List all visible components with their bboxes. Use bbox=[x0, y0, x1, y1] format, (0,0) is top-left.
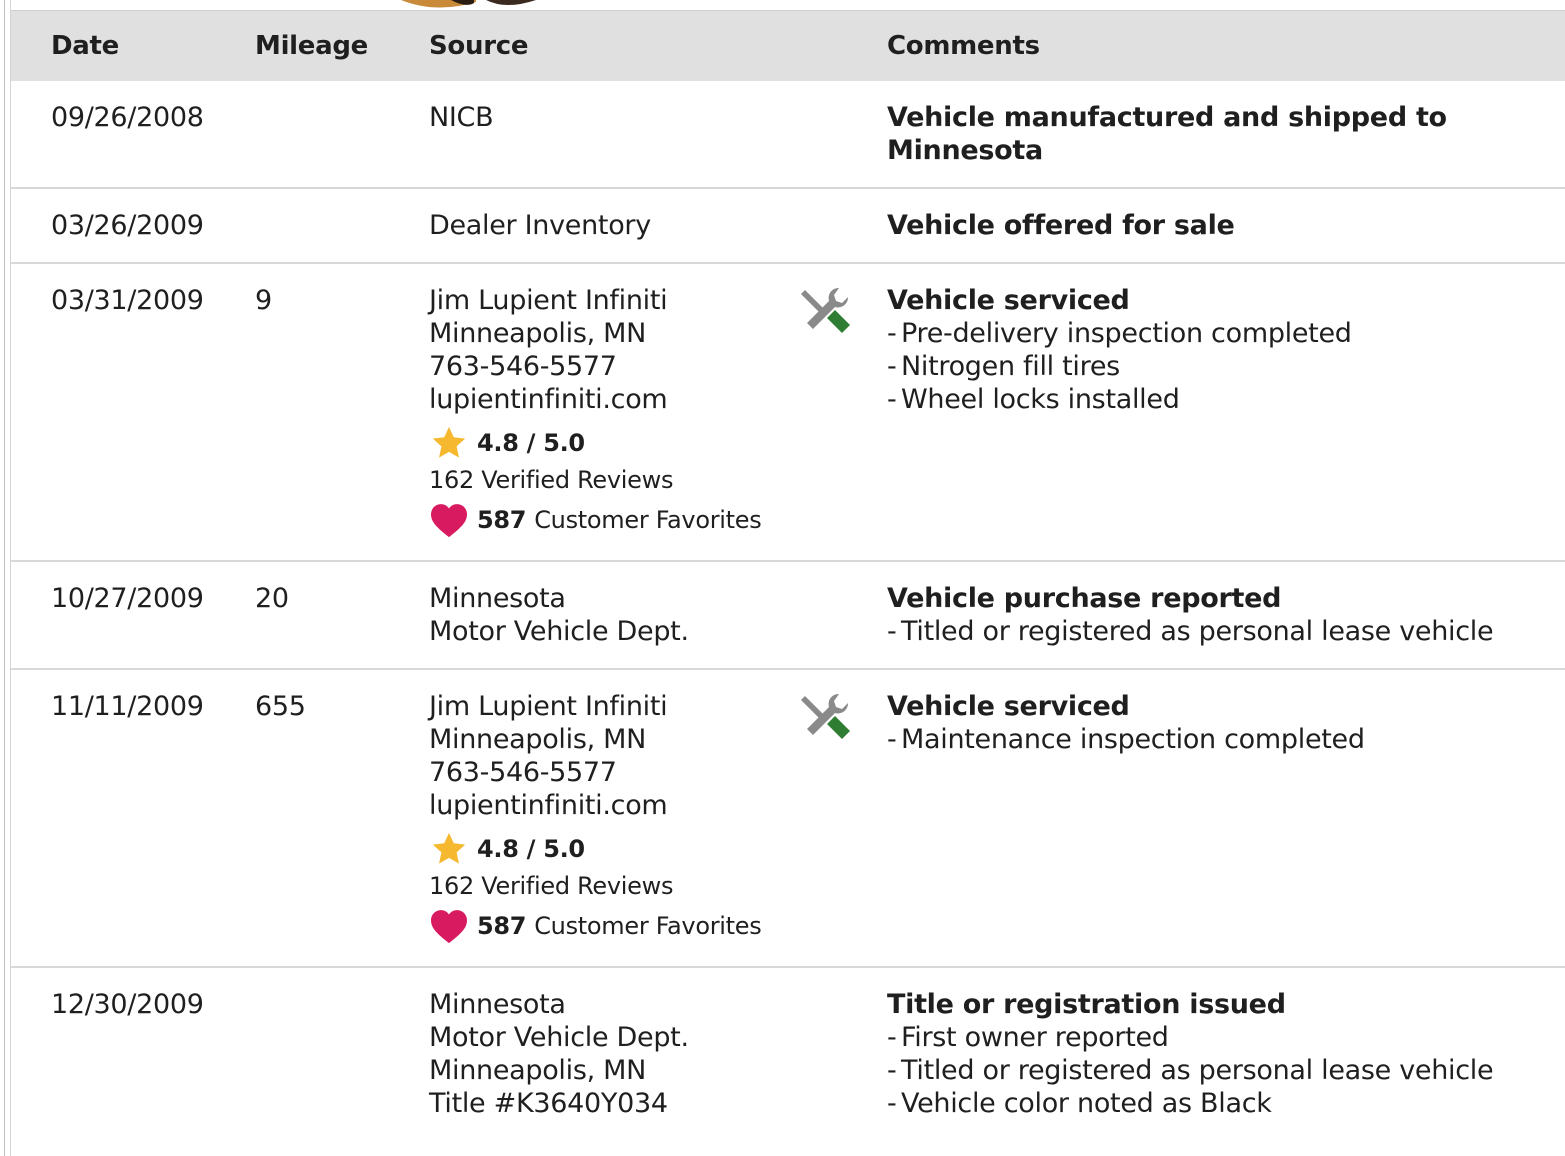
row-date: 12/30/2009 bbox=[51, 989, 204, 1020]
source-line: Title #K3640Y034 bbox=[429, 1088, 668, 1119]
comment-detail-item: Nitrogen fill tires bbox=[887, 350, 1545, 383]
top-strip bbox=[11, 0, 1565, 11]
customer-favorites[interactable]: 587 Customer Favorites bbox=[429, 500, 798, 540]
favorites-label: Customer Favorites bbox=[534, 911, 762, 940]
row-icon-cell bbox=[799, 561, 887, 670]
source-line: Jim Lupient Infiniti bbox=[429, 691, 668, 722]
heart-icon bbox=[431, 504, 467, 538]
comment-title: Vehicle offered for sale bbox=[887, 210, 1235, 241]
comment-detail-item: Wheel locks installed bbox=[887, 383, 1545, 416]
comment-title: Vehicle manufactured and shipped to Minn… bbox=[887, 102, 1447, 166]
row-mileage: 655 bbox=[233, 669, 389, 968]
header-mileage: Mileage bbox=[233, 11, 389, 81]
table-row: 03/26/2009 Dealer Inventory Vehicle offe… bbox=[11, 188, 1565, 264]
source-line: Minnesota bbox=[429, 989, 566, 1020]
row-mileage bbox=[233, 188, 389, 264]
rating-score: 4.8 / 5.0 bbox=[477, 428, 585, 457]
heart-icon bbox=[431, 910, 467, 944]
table-row: 03/31/2009 9 Jim Lupient Infiniti Minneap… bbox=[11, 263, 1565, 562]
source-line: Minneapolis, MN bbox=[429, 724, 647, 755]
logo-fragment-image bbox=[401, 0, 536, 8]
source-line: 763-546-5577 bbox=[429, 351, 617, 382]
comment-details: Titled or registered as personal lease v… bbox=[887, 615, 1545, 648]
star-icon bbox=[432, 426, 466, 458]
table-header-row: Date Mileage Source Comments bbox=[11, 11, 1565, 81]
row-comments: Vehicle purchase reportedTitled or regis… bbox=[887, 561, 1565, 670]
comment-title: Vehicle purchase reported bbox=[887, 583, 1282, 614]
row-comments: Title or registration issuedFirst owner … bbox=[887, 967, 1565, 1140]
row-icon-cell bbox=[799, 81, 887, 189]
service-wrench-icon bbox=[801, 287, 850, 333]
row-source: Jim Lupient Infiniti Minneapolis, MN 763-5… bbox=[389, 263, 799, 562]
comment-detail-item: Vehicle color noted as Black bbox=[887, 1087, 1545, 1120]
comment-details: Pre-delivery inspection completedNitroge… bbox=[887, 317, 1545, 416]
comment-details: Maintenance inspection completed bbox=[887, 723, 1545, 756]
table-row: 09/26/2008 NICB Vehicle manufactured and… bbox=[11, 81, 1565, 189]
row-date: 09/26/2008 bbox=[11, 81, 233, 189]
source-line: Minnesota bbox=[429, 583, 566, 614]
header-source: Source bbox=[389, 11, 799, 81]
row-icon-cell bbox=[799, 967, 887, 1140]
source-line: Motor Vehicle Dept. bbox=[429, 1022, 689, 1053]
row-date: 11/11/2009 bbox=[11, 669, 233, 968]
source-line: Minneapolis, MN bbox=[429, 1055, 647, 1086]
row-date: 03/26/2009 bbox=[11, 188, 233, 264]
comment-detail-item: Maintenance inspection completed bbox=[887, 723, 1545, 756]
page-left-border bbox=[0, 0, 11, 1156]
row-source: Minnesota Motor Vehicle Dept. Minneapolis,… bbox=[389, 967, 799, 1140]
header-date: Date bbox=[11, 11, 233, 81]
customer-favorites[interactable]: 587 Customer Favorites bbox=[429, 906, 798, 946]
comment-details: First owner reportedTitled or registered… bbox=[887, 1021, 1545, 1120]
row-mileage: 20 bbox=[233, 561, 389, 670]
source-line: lupientinfiniti.com bbox=[429, 790, 668, 821]
row-source: NICB bbox=[389, 81, 799, 189]
comment-title: Title or registration issued bbox=[887, 989, 1286, 1020]
star-icon bbox=[432, 832, 466, 864]
favorites-count: 587 bbox=[477, 505, 527, 534]
comment-detail-item: First owner reported bbox=[887, 1021, 1545, 1054]
row-source: Jim Lupient Infiniti Minneapolis, MN 763-5… bbox=[389, 669, 799, 968]
header-icon-spacer bbox=[799, 11, 887, 81]
vehicle-history-table: Date Mileage Source Comments 09/26/2008 … bbox=[11, 11, 1565, 1140]
table-row: 11/11/2009 655 Jim Lupient Infiniti Minne… bbox=[11, 669, 1565, 968]
row-source: Minnesota Motor Vehicle Dept. bbox=[389, 561, 799, 670]
row-date: 10/27/2009 bbox=[11, 561, 233, 670]
row-source: Dealer Inventory bbox=[389, 188, 799, 264]
source-line: Dealer Inventory bbox=[429, 210, 651, 241]
row-comments: Vehicle manufactured and shipped to Minn… bbox=[887, 81, 1565, 189]
dealer-rating[interactable]: 4.8 / 5.0 bbox=[429, 424, 798, 462]
row-comments: Vehicle offered for sale bbox=[887, 188, 1565, 264]
source-line: 763-546-5577 bbox=[429, 757, 617, 788]
row-icon-cell bbox=[799, 188, 887, 264]
comment-detail-item: Titled or registered as personal lease v… bbox=[887, 615, 1545, 648]
comment-title: Vehicle serviced bbox=[887, 285, 1130, 316]
row-date: 03/31/2009 bbox=[11, 263, 233, 562]
row-mileage bbox=[233, 81, 389, 189]
row-comments: Vehicle servicedPre-delivery inspection … bbox=[887, 263, 1565, 562]
favorites-label: Customer Favorites bbox=[534, 505, 762, 534]
comment-detail-item: Titled or registered as personal lease v… bbox=[887, 1054, 1545, 1087]
source-line: NICB bbox=[429, 102, 494, 133]
source-line: Jim Lupient Infiniti bbox=[429, 285, 668, 316]
table-row: 10/27/2009 20 Minnesota Motor Vehicle Dep… bbox=[11, 561, 1565, 670]
service-wrench-icon bbox=[801, 693, 850, 739]
source-line: lupientinfiniti.com bbox=[429, 384, 668, 415]
row-icon-cell bbox=[799, 669, 887, 968]
source-line: Motor Vehicle Dept. bbox=[429, 616, 689, 647]
row-mileage: 9 bbox=[233, 263, 389, 562]
rating-score: 4.8 / 5.0 bbox=[477, 834, 585, 863]
comment-detail-item: Pre-delivery inspection completed bbox=[887, 317, 1545, 350]
row-icon-cell bbox=[799, 263, 887, 562]
verified-reviews-link[interactable]: 162 Verified Reviews bbox=[429, 870, 798, 902]
header-comments: Comments bbox=[887, 11, 1565, 81]
table-row: 12/30/2009 Minnesota Motor Vehicle Dept. M… bbox=[11, 967, 1565, 1140]
verified-reviews-link[interactable]: 162 Verified Reviews bbox=[429, 464, 798, 496]
row-mileage bbox=[233, 967, 389, 1140]
row-comments: Vehicle servicedMaintenance inspection c… bbox=[887, 669, 1565, 968]
source-line: Minneapolis, MN bbox=[429, 318, 647, 349]
dealer-rating[interactable]: 4.8 / 5.0 bbox=[429, 830, 798, 868]
favorites-count: 587 bbox=[477, 911, 527, 940]
comment-title: Vehicle serviced bbox=[887, 691, 1130, 722]
